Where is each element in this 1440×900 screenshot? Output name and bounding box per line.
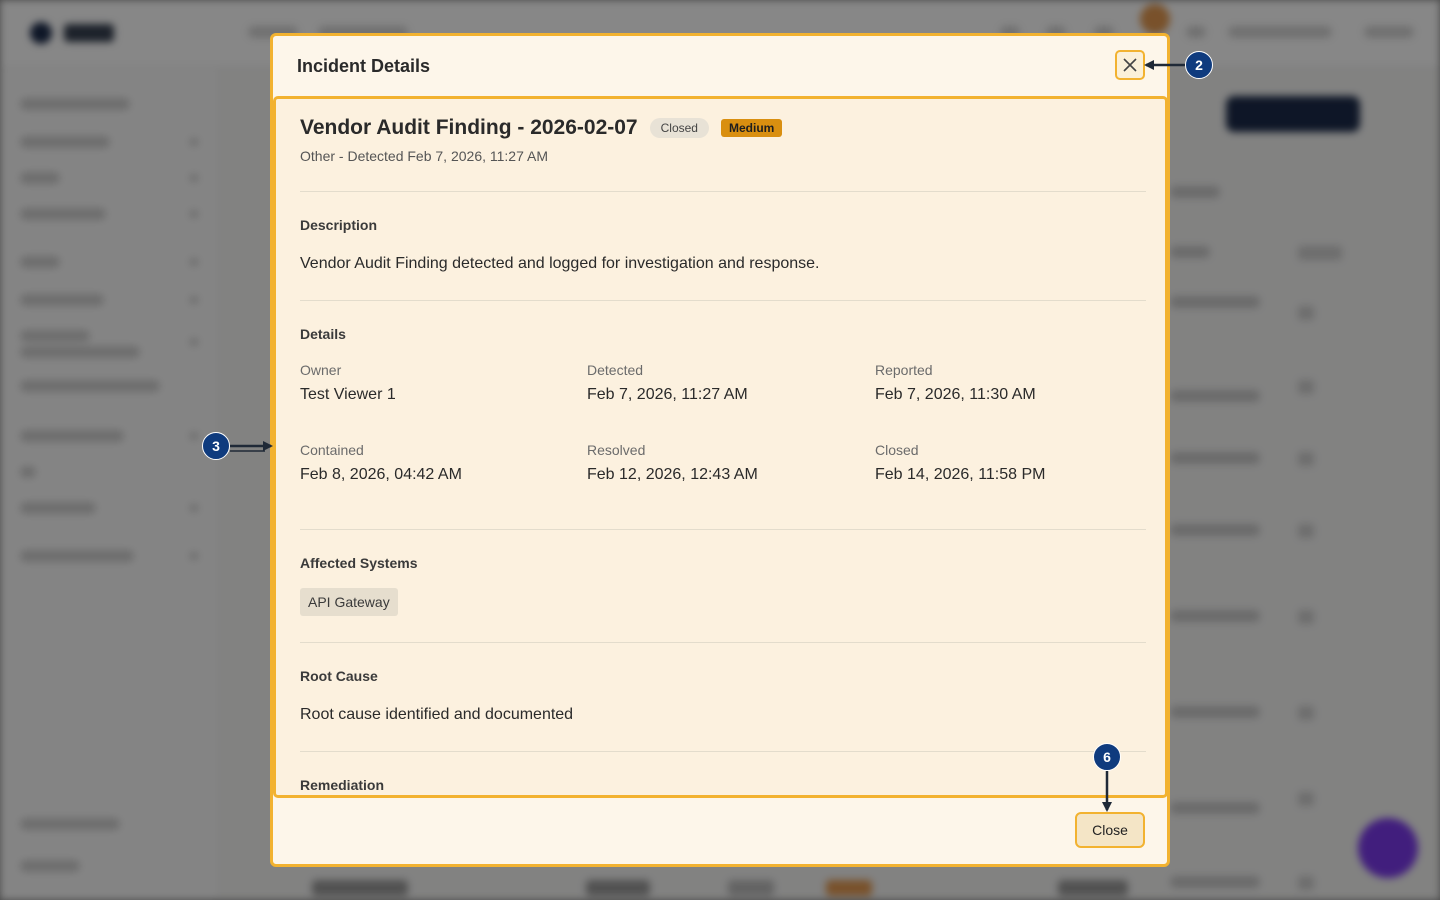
field-label: Contained <box>300 442 364 458</box>
field-value: Feb 7, 2026, 11:27 AM <box>587 386 748 403</box>
field-label: Closed <box>875 442 919 458</box>
description-text: Vendor Audit Finding detected and logged… <box>300 255 820 272</box>
modal-body[interactable]: Vendor Audit Finding - 2026-02-07 Closed… <box>273 96 1167 798</box>
close-button[interactable]: Close <box>1075 812 1145 848</box>
field-label: Owner <box>300 362 342 378</box>
field-value: Feb 7, 2026, 11:30 AM <box>875 386 1036 403</box>
divider <box>300 529 1146 530</box>
severity-badge: Medium <box>720 119 783 137</box>
annotation-badge-3: 3 <box>202 432 230 460</box>
annotation-badge-2: 2 <box>1185 51 1213 79</box>
field-contained: Contained Feb 8, 2026, 04:42 AM <box>300 442 560 484</box>
affected-systems-label: Affected Systems <box>300 555 418 571</box>
remediation-label: Remediation <box>300 777 385 793</box>
modal-header: Incident Details <box>273 36 1167 98</box>
field-label: Reported <box>875 362 933 378</box>
details-label: Details <box>300 326 346 342</box>
field-label: Resolved <box>587 442 646 458</box>
incident-subtitle: Other - Detected Feb 7, 2026, 11:27 AM <box>300 148 548 164</box>
field-resolved: Resolved Feb 12, 2026, 12:43 AM <box>587 442 847 484</box>
root-cause-label: Root Cause <box>300 668 378 684</box>
incident-title: Vendor Audit Finding - 2026-02-07 <box>300 116 638 139</box>
close-icon-button[interactable] <box>1115 50 1145 80</box>
field-value: Feb 12, 2026, 12:43 AM <box>587 466 758 483</box>
annotation-badge-6: 6 <box>1093 743 1121 771</box>
field-closed: Closed Feb 14, 2026, 11:58 PM <box>875 442 1135 484</box>
field-value: Test Viewer 1 <box>300 386 396 403</box>
field-owner: Owner Test Viewer 1 <box>300 362 560 404</box>
description-label: Description <box>300 217 378 233</box>
root-cause-text: Root cause identified and documented <box>300 706 574 723</box>
incident-details-modal: Incident Details Vendor Audit Finding - … <box>270 33 1170 867</box>
divider <box>300 751 1146 752</box>
status-badge: Closed <box>649 118 709 138</box>
field-value: Feb 14, 2026, 11:58 PM <box>875 466 1046 483</box>
divider <box>300 300 1146 301</box>
affected-system-chip: API Gateway <box>300 588 398 616</box>
field-detected: Detected Feb 7, 2026, 11:27 AM <box>587 362 847 404</box>
incident-title-row: Vendor Audit Finding - 2026-02-07 Closed… <box>300 116 783 140</box>
modal-title: Incident Details <box>297 56 431 76</box>
field-reported: Reported Feb 7, 2026, 11:30 AM <box>875 362 1135 404</box>
field-value: Feb 8, 2026, 04:42 AM <box>300 466 462 483</box>
divider <box>300 191 1146 192</box>
close-icon <box>1123 58 1137 72</box>
divider <box>300 642 1146 643</box>
field-label: Detected <box>587 362 644 378</box>
